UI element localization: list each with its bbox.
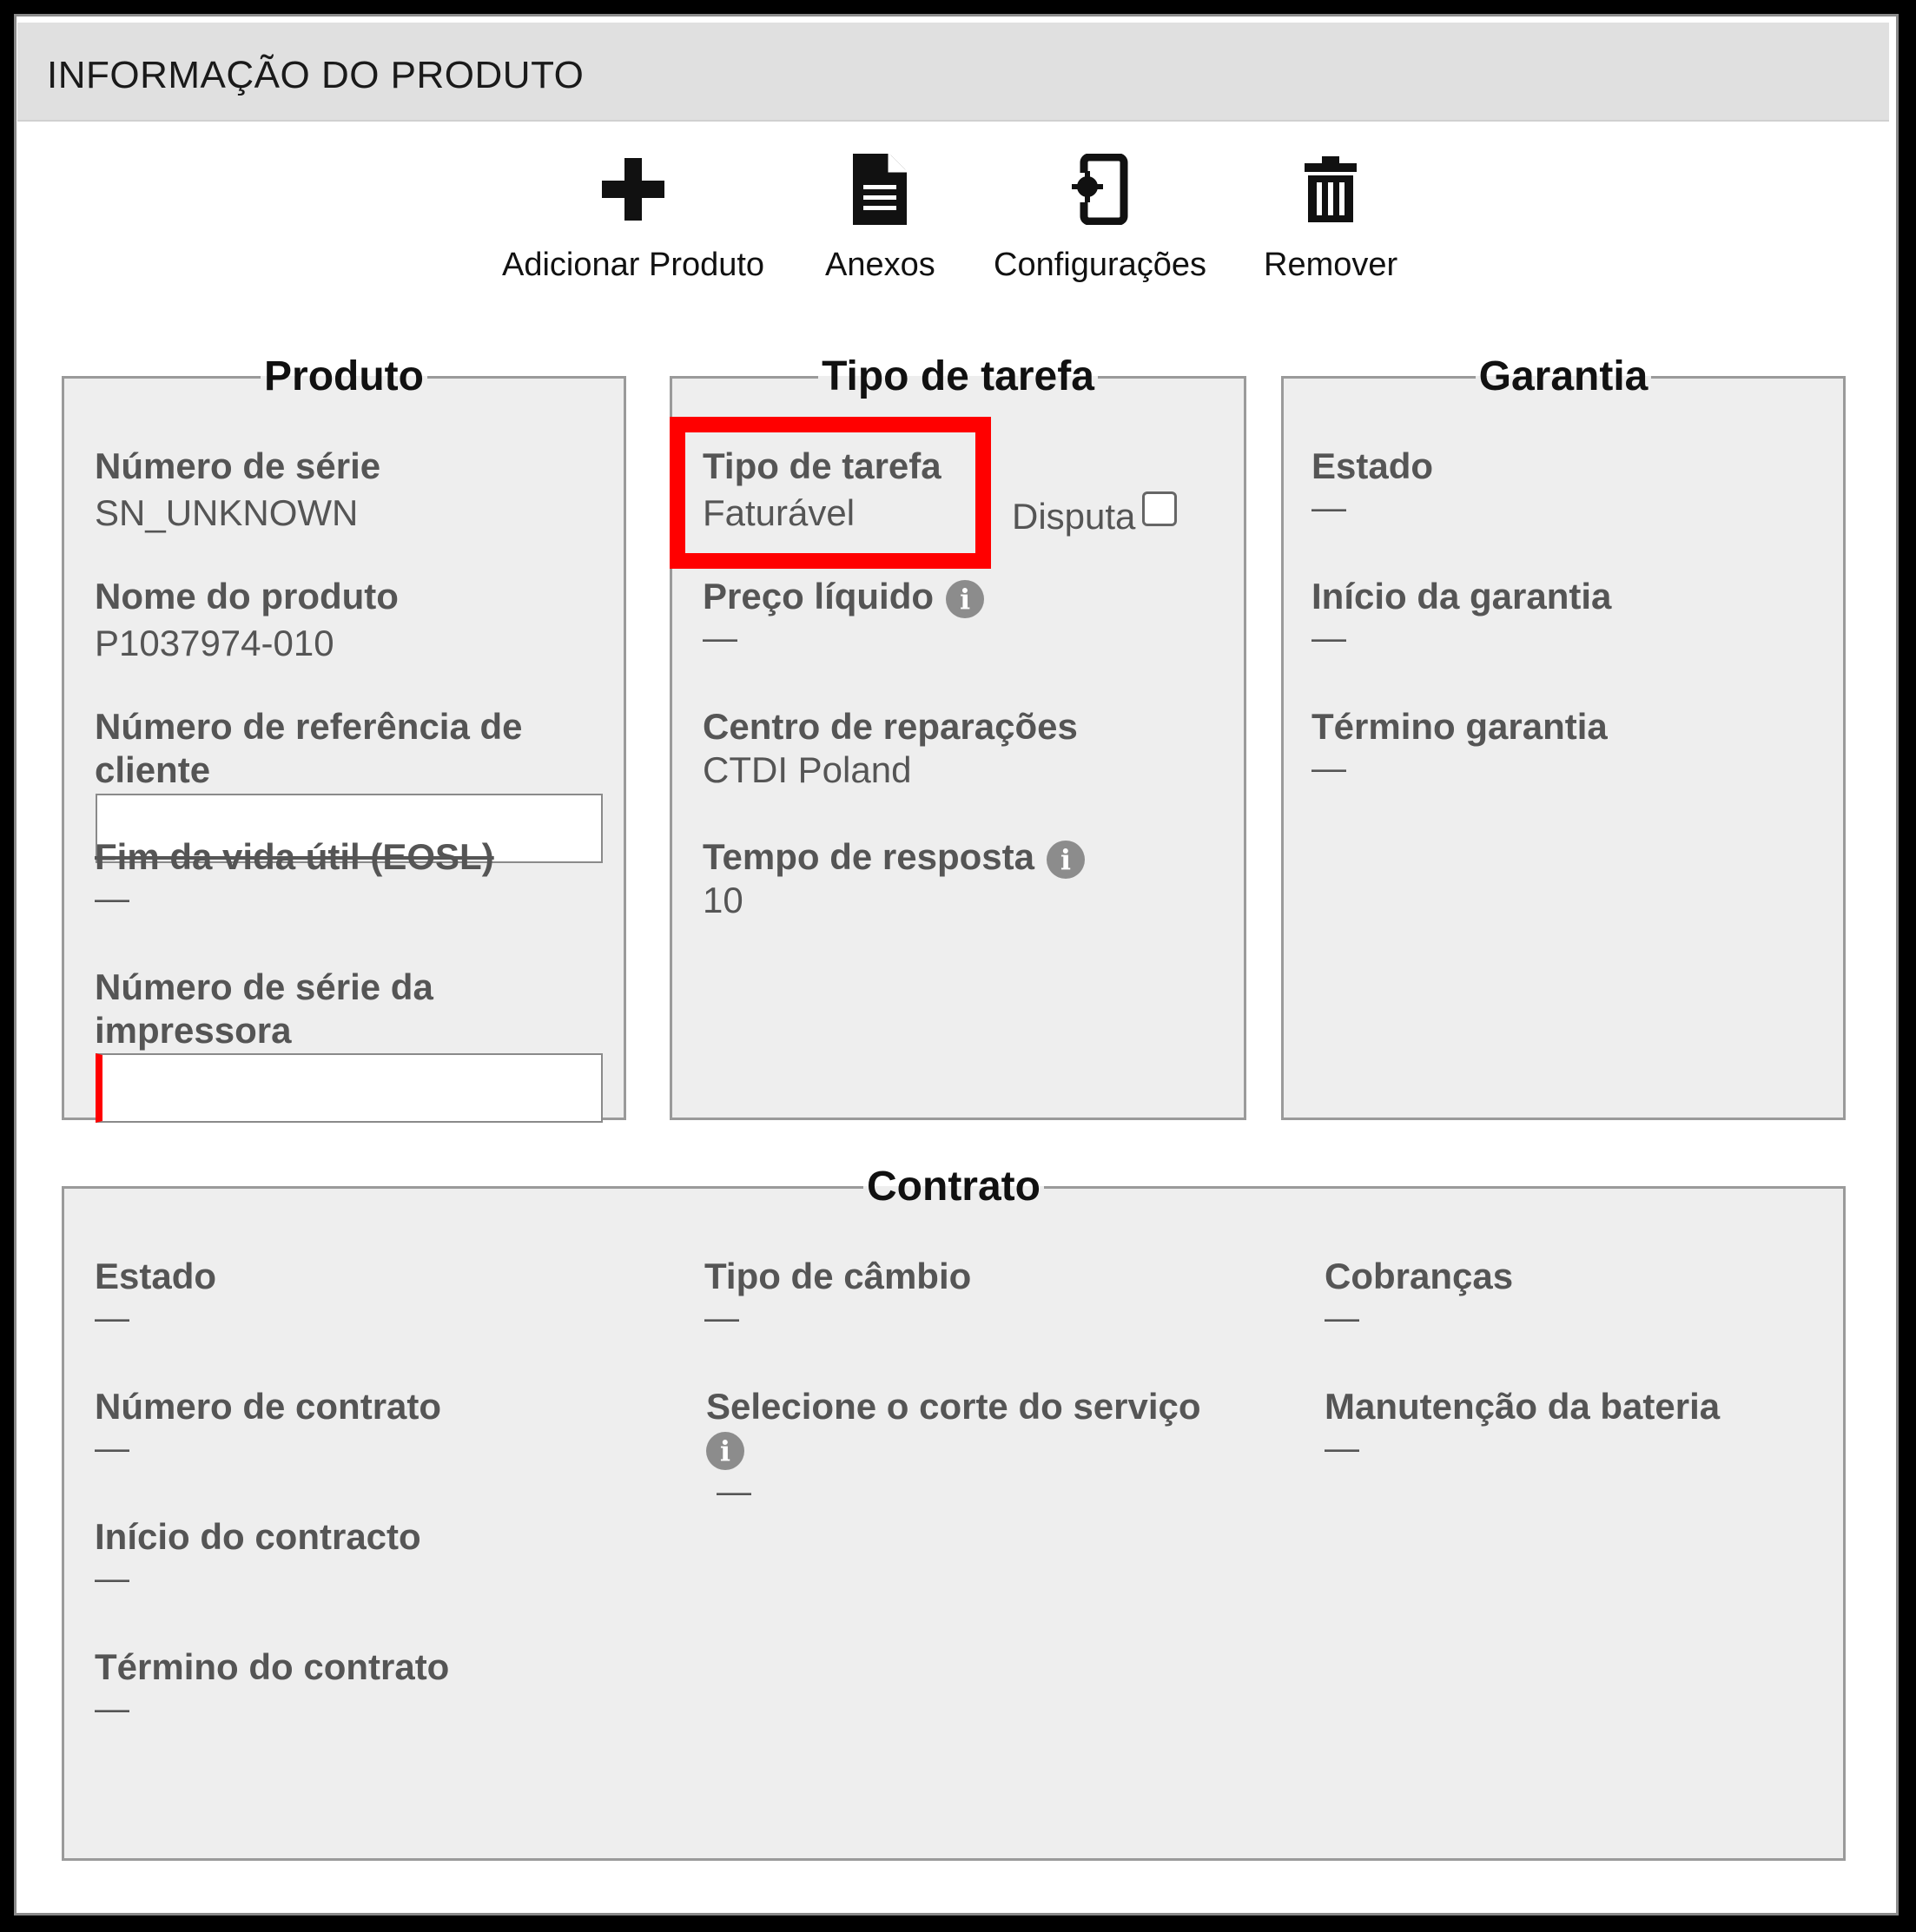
service-cut-field: Selecione o corte do serviço i — — [706, 1385, 1201, 1512]
warranty-end-field: Término garantia — — [1311, 705, 1608, 788]
task-type-legend: Tipo de tarefa — [822, 353, 1094, 399]
section-header: INFORMAÇÃO DO PRODUTO — [17, 23, 1889, 122]
serial-number-value: SN_UNKNOWN — [95, 492, 359, 533]
info-icon[interactable]: i — [946, 579, 985, 618]
serial-number-label: Número de série — [95, 445, 381, 486]
contract-end-field: Término do contrato — — [95, 1645, 449, 1729]
service-cut-value: — — [717, 1473, 751, 1511]
battery-maintenance-label: Manutenção da bateria — [1325, 1386, 1721, 1427]
remove-label: Remover — [1264, 247, 1398, 283]
eosl-value: — — [95, 880, 129, 918]
contract-state-value: — — [95, 1299, 129, 1337]
warranty-start-value: — — [1311, 619, 1346, 657]
product-name-value: P1037974-010 — [95, 623, 334, 663]
attachments-button[interactable]: Anexos — [825, 146, 935, 284]
dispute-field[interactable]: Disputa — [1012, 491, 1178, 538]
net-price-field: Preço líquido i — — [703, 575, 985, 658]
task-type-value: Faturável — [703, 492, 856, 533]
eosl-field: Fim da vida útil (EOSL) — — [95, 835, 494, 919]
add-product-button[interactable]: Adicionar Produto — [502, 146, 764, 284]
produto-legend: Produto — [264, 353, 424, 399]
eosl-label: Fim da vida útil (EOSL) — [95, 836, 494, 877]
contract-end-value: — — [95, 1690, 129, 1728]
net-price-label: Preço líquido — [703, 576, 935, 617]
charges-value: — — [1325, 1299, 1359, 1337]
response-time-field: Tempo de resposta i 10 — [703, 835, 1085, 922]
warranty-state-field: Estado — — [1311, 445, 1433, 528]
contract-number-field: Número de contrato — — [95, 1385, 441, 1468]
customer-reference-label: Número de referência de cliente — [95, 706, 523, 790]
warranty-start-label: Início da garantia — [1311, 576, 1612, 617]
printer-serial-field: Número de série da impressora — [95, 966, 581, 1052]
page-title: INFORMAÇÃO DO PRODUTO — [47, 54, 585, 96]
response-time-label: Tempo de resposta — [703, 836, 1034, 877]
attachments-label: Anexos — [825, 247, 935, 283]
exchange-type-field: Tipo de câmbio — — [704, 1255, 971, 1338]
charges-label: Cobranças — [1325, 1256, 1514, 1296]
service-cut-label: Selecione o corte do serviço — [706, 1386, 1201, 1427]
charges-field: Cobranças — — [1325, 1255, 1513, 1338]
warranty-state-label: Estado — [1311, 445, 1434, 486]
add-product-label: Adicionar Produto — [502, 247, 765, 283]
contract-number-label: Número de contrato — [95, 1386, 442, 1427]
device-settings-icon — [1071, 146, 1129, 233]
warranty-end-label: Término garantia — [1311, 706, 1608, 747]
battery-maintenance-value: — — [1325, 1429, 1359, 1467]
dispute-checkbox[interactable] — [1142, 491, 1178, 526]
contract-legend: Contrato — [867, 1164, 1041, 1210]
remove-button[interactable]: Remover — [1264, 146, 1397, 284]
response-time-value: 10 — [703, 880, 743, 920]
product-name-label: Nome do produto — [95, 576, 399, 617]
contract-start-field: Início do contracto — — [95, 1515, 421, 1599]
task-type-field: Tipo de tarefa Faturável — [703, 445, 941, 535]
repair-center-label: Centro de reparações — [703, 706, 1078, 747]
contract-state-label: Estado — [95, 1256, 217, 1296]
warranty-legend: Garantia — [1478, 353, 1648, 399]
contract-end-label: Término do contrato — [95, 1646, 450, 1687]
contract-state-field: Estado — — [95, 1255, 216, 1338]
plus-icon — [600, 146, 666, 233]
serial-number-field: Número de série SN_UNKNOWN — [95, 445, 380, 535]
settings-button[interactable]: Configurações — [994, 146, 1206, 284]
printer-serial-label: Número de série da impressora — [95, 966, 433, 1051]
printer-serial-input[interactable] — [96, 1053, 603, 1123]
warranty-end-value: — — [1311, 749, 1346, 788]
warranty-state-value: — — [1311, 489, 1346, 527]
info-icon[interactable]: i — [706, 1432, 744, 1470]
exchange-type-label: Tipo de câmbio — [704, 1256, 972, 1296]
net-price-value: — — [703, 619, 737, 657]
task-type-label: Tipo de tarefa — [703, 445, 941, 486]
battery-maintenance-field: Manutenção da bateria — — [1325, 1385, 1720, 1468]
contract-start-value: — — [95, 1559, 129, 1598]
info-icon[interactable]: i — [1046, 840, 1085, 879]
contract-number-value: — — [95, 1429, 129, 1467]
product-name-field: Nome do produto P1037974-010 — [95, 575, 399, 665]
repair-center-value: CTDI Poland — [703, 749, 912, 790]
customer-reference-field: Número de referência de cliente — [95, 705, 581, 792]
trash-icon — [1303, 146, 1358, 233]
exchange-type-value: — — [704, 1299, 739, 1337]
settings-label: Configurações — [994, 247, 1207, 283]
contract-start-label: Início do contracto — [95, 1516, 421, 1557]
document-icon — [851, 146, 908, 233]
warranty-start-field: Início da garantia — — [1311, 575, 1611, 658]
dispute-label: Disputa — [1012, 496, 1136, 537]
repair-center-field: Centro de reparações CTDI Poland — [703, 705, 1078, 792]
